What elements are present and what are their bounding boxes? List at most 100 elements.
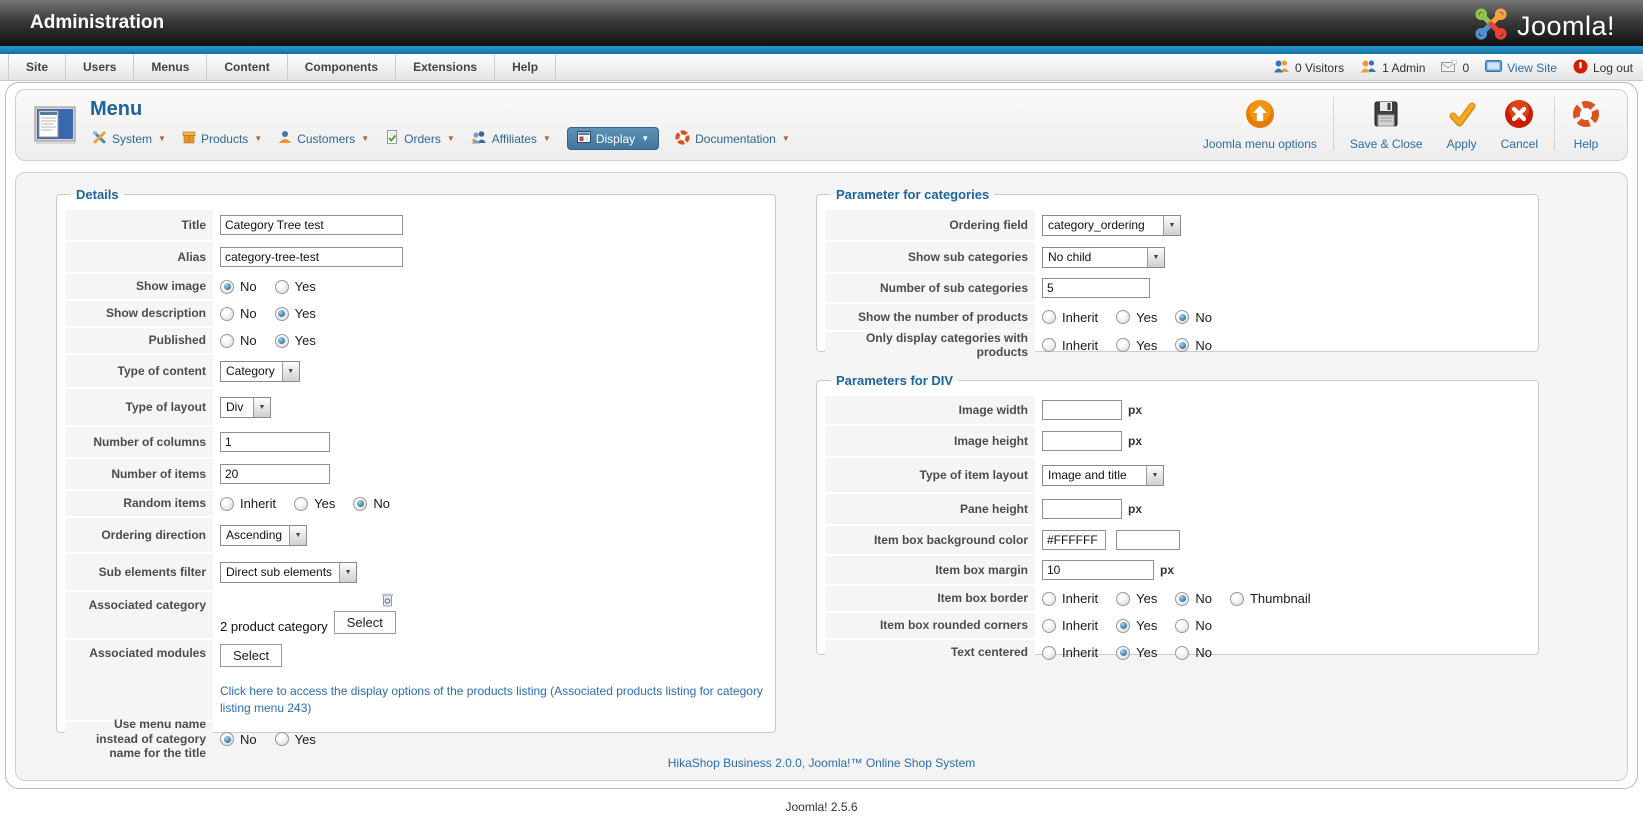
item-rounded-yes-radio[interactable] xyxy=(1116,618,1131,633)
hika-menu-products[interactable]: Products ▼ xyxy=(182,130,262,147)
help-label: Help xyxy=(1573,137,1599,151)
hika-menu-customers[interactable]: Customers ▼ xyxy=(278,130,369,147)
image-width-input[interactable] xyxy=(1042,400,1122,420)
dropdown-arrow-icon: ▼ xyxy=(1163,215,1180,235)
title-input[interactable] xyxy=(220,215,403,235)
ordering-field-select[interactable]: category_ordering ▼ xyxy=(1042,214,1181,236)
radio-option-label: Yes xyxy=(294,279,316,294)
image-height-label: Image height xyxy=(825,426,1035,456)
item-box-margin-input[interactable] xyxy=(1042,560,1154,580)
menubar-item-extensions[interactable]: Extensions xyxy=(396,54,496,80)
joomla-menu-options-button[interactable]: Joomla menu options xyxy=(1191,97,1329,153)
hika-menu-affiliates[interactable]: Affiliates ▼ xyxy=(471,130,551,147)
item-border-yes-radio[interactable] xyxy=(1116,591,1131,606)
display-options-link[interactable]: Click here to access the display options… xyxy=(220,683,765,718)
number-of-sub-categories-input[interactable] xyxy=(1042,278,1150,298)
text-centered-yes-radio[interactable] xyxy=(1116,645,1131,660)
use-menu-name-no-radio[interactable] xyxy=(220,732,234,746)
menubar-item-users[interactable]: Users xyxy=(66,54,135,80)
random-items-inherit-radio[interactable] xyxy=(220,496,234,511)
sub-elements-filter-select[interactable]: Direct sub elements ▼ xyxy=(220,561,358,583)
field-row-sub-elements-filter: Sub elements filter Direct sub elements … xyxy=(65,554,765,590)
pane-height-input[interactable] xyxy=(1042,499,1122,519)
image-height-input[interactable] xyxy=(1042,431,1122,451)
admin-status: 1 Admin xyxy=(1360,59,1425,76)
associated-category-select-button[interactable]: Select xyxy=(333,611,396,634)
hika-menu-orders[interactable]: Orders ▼ xyxy=(385,130,455,147)
field-row-number-of-sub-categories: Number of sub categories xyxy=(825,274,1528,302)
show-image-yes-radio[interactable] xyxy=(274,279,289,294)
hika-menu-system[interactable]: System ▼ xyxy=(92,130,166,148)
item-border-inherit-radio[interactable] xyxy=(1042,591,1056,606)
item-border-thumbnail-radio[interactable] xyxy=(1229,591,1244,606)
px-unit-label: px xyxy=(1128,403,1143,417)
use-menu-name-label: Use menu name instead of category name f… xyxy=(65,717,213,760)
item-box-background-color-input[interactable] xyxy=(1042,530,1106,550)
trash-icon[interactable] xyxy=(381,592,394,610)
only-display-inherit-radio[interactable] xyxy=(1042,338,1056,352)
hika-menu-documentation[interactable]: Documentation ▼ xyxy=(675,130,790,148)
type-of-item-layout-select[interactable]: Image and title ▼ xyxy=(1042,464,1164,486)
item-rounded-inherit-radio[interactable] xyxy=(1042,618,1056,633)
type-of-content-select[interactable]: Category ▼ xyxy=(220,360,300,382)
radio-option-label: Inherit xyxy=(1062,618,1099,633)
field-row-item-box-rounded-corners: Item box rounded corners Inherit Yes No xyxy=(825,613,1528,638)
show-number-no-radio[interactable] xyxy=(1175,310,1190,324)
field-row-type-of-item-layout: Type of item layout Image and title ▼ xyxy=(825,458,1528,492)
joomla-logo-text: Joomla! xyxy=(1516,11,1615,41)
text-centered-inherit-radio[interactable] xyxy=(1042,645,1056,660)
logout-label: Log out xyxy=(1592,60,1633,75)
admin-count: 1 Admin xyxy=(1382,60,1426,75)
view-site[interactable]: View Site xyxy=(1485,60,1557,75)
menubar-item-help[interactable]: Help xyxy=(495,54,557,80)
type-of-layout-select[interactable]: Div ▼ xyxy=(220,396,271,418)
published-yes-radio[interactable] xyxy=(274,333,289,348)
show-number-yes-radio[interactable] xyxy=(1116,310,1131,324)
number-of-items-input[interactable] xyxy=(220,464,330,484)
only-display-yes-radio[interactable] xyxy=(1116,338,1131,352)
ordering-direction-select[interactable]: Ascending ▼ xyxy=(220,524,308,546)
show-sub-categories-select[interactable]: No child ▼ xyxy=(1042,246,1165,268)
item-box-background-color-swatch[interactable] xyxy=(1116,530,1180,550)
item-rounded-no-radio[interactable] xyxy=(1175,618,1190,633)
box-icon xyxy=(182,130,196,147)
px-unit-label: px xyxy=(1160,563,1175,577)
menubar-item-content[interactable]: Content xyxy=(207,54,288,80)
joomla-version: Joomla! 2.5.6 xyxy=(785,800,858,814)
field-row-number-of-columns: Number of columns xyxy=(65,427,765,457)
associated-modules-select-button[interactable]: Select xyxy=(220,644,283,667)
radio-option-label: Inherit xyxy=(1062,337,1099,353)
associated-category-label: Associated category xyxy=(65,592,213,638)
logout[interactable]: Log out xyxy=(1573,59,1633,77)
menubar-item-components[interactable]: Components xyxy=(288,54,397,80)
item-box-background-color-label: Item box background color xyxy=(825,526,1035,554)
field-row-show-image: Show image No Yes xyxy=(65,274,765,299)
show-image-no-radio[interactable] xyxy=(220,279,234,294)
published-no-radio[interactable] xyxy=(220,333,234,348)
alias-input[interactable] xyxy=(220,247,403,267)
field-row-image-width: Image width px xyxy=(825,396,1528,424)
apply-button[interactable]: Apply xyxy=(1435,97,1489,153)
number-of-columns-input[interactable] xyxy=(220,432,330,452)
show-description-no-radio[interactable] xyxy=(220,306,234,321)
text-centered-no-radio[interactable] xyxy=(1175,645,1190,660)
show-number-inherit-radio[interactable] xyxy=(1042,310,1056,324)
save-close-button[interactable]: Save & Close xyxy=(1338,97,1435,153)
image-width-label: Image width xyxy=(825,396,1035,424)
menubar-item-site[interactable]: Site xyxy=(8,54,67,80)
field-row-only-display-with-products: Only display categories with products In… xyxy=(825,331,1528,359)
cancel-button[interactable]: Cancel xyxy=(1489,97,1550,153)
help-button[interactable]: Help xyxy=(1559,97,1613,153)
menubar-item-menus[interactable]: Menus xyxy=(134,54,208,80)
item-border-no-radio[interactable] xyxy=(1175,591,1190,606)
type-of-layout-value: Div xyxy=(226,400,244,414)
random-items-yes-radio[interactable] xyxy=(294,496,309,511)
messages-status[interactable]: 0 xyxy=(1441,59,1469,75)
random-items-no-radio[interactable] xyxy=(353,496,368,511)
hika-menu-display[interactable]: Display ▼ xyxy=(566,127,660,150)
use-menu-name-yes-radio[interactable] xyxy=(274,732,289,746)
hikashop-menu: System ▼ Products ▼ Customers ▼ Orders ▼… xyxy=(92,127,790,150)
hikashop-footer-link[interactable]: HikaShop Business 2.0.0, Joomla!™ Online… xyxy=(668,756,976,770)
show-description-yes-radio[interactable] xyxy=(274,306,289,321)
only-display-no-radio[interactable] xyxy=(1175,338,1190,352)
